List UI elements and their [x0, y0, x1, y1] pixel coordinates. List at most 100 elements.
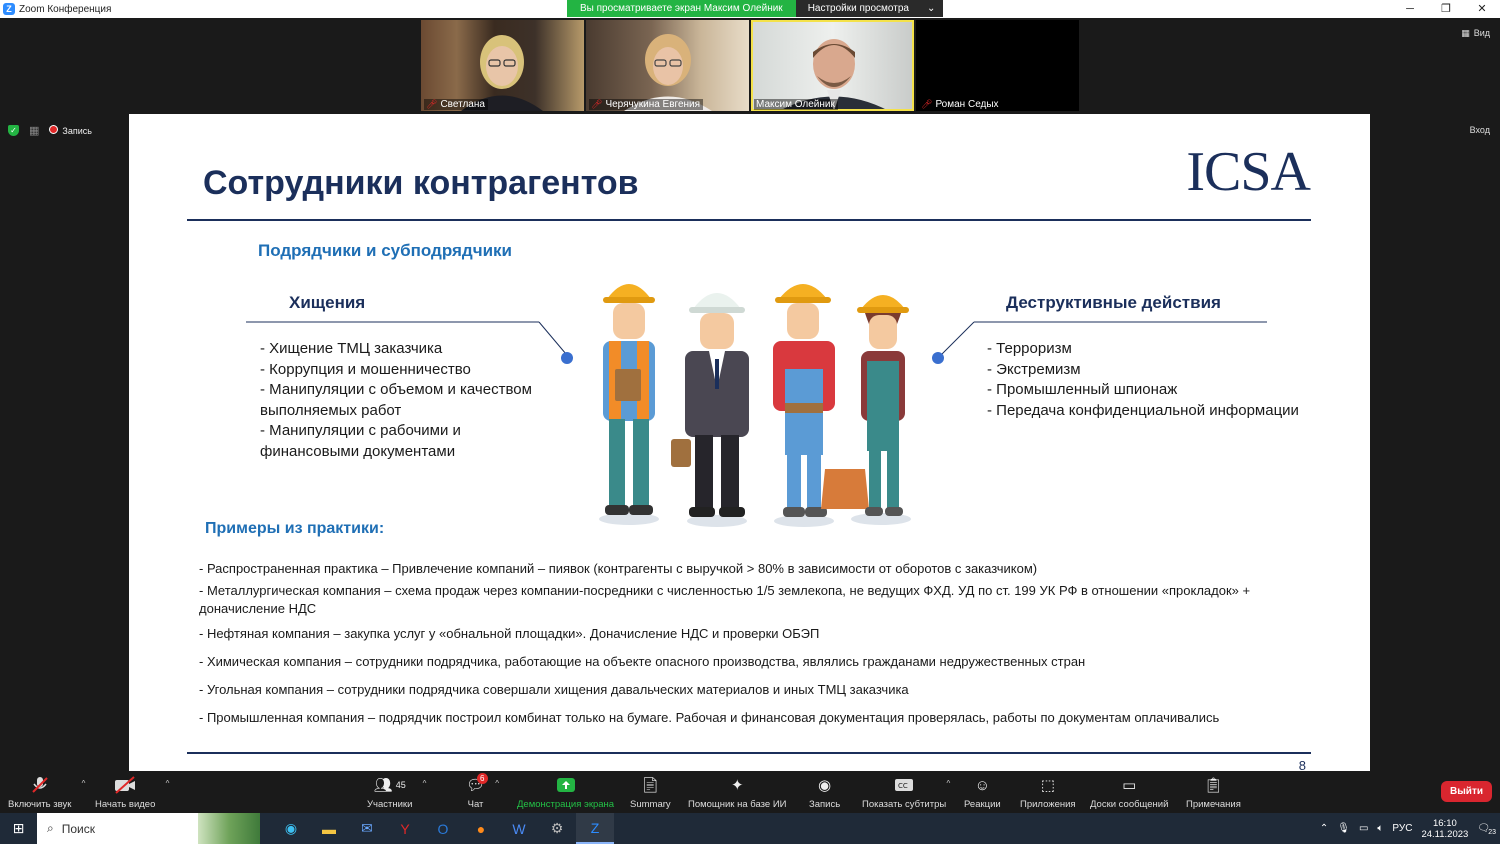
participant-name: 🎤︎ Черячукина Евгения: [589, 99, 704, 110]
participant-video: [461, 35, 543, 111]
participants-icon: 👥︎: [373, 777, 393, 794]
chevron-up-icon[interactable]: ^: [495, 779, 499, 788]
cc-icon: CC: [894, 775, 914, 795]
summary-button[interactable]: 📄︎ Summary: [630, 775, 671, 810]
summary-icon: 📄︎: [640, 777, 660, 794]
meeting-toolbar: Включить звук ^ Начать видео ^ 👥︎ 45 Учас…: [0, 771, 1500, 813]
captions-button[interactable]: CC Показать субтитры ^: [862, 775, 950, 810]
view-options-label: Настройки просмотра: [807, 3, 909, 14]
window-title: Zoom Конференция: [19, 3, 112, 15]
search-highlight-image: [198, 813, 260, 844]
chevron-up-icon[interactable]: ⌃: [1320, 823, 1328, 834]
volume-icon[interactable]: 🔈︎: [1377, 823, 1383, 834]
leave-button[interactable]: Выйти: [1441, 781, 1492, 802]
record-icon: ◉: [818, 777, 832, 794]
mic-muted-icon: 🎤︎: [426, 99, 438, 109]
edge-icon[interactable]: ◉: [272, 813, 310, 844]
system-tray: ⌃ 🎙︎ ▭ 🔈︎ РУС 16:10 24.11.2023 🗨︎ 23: [1320, 813, 1500, 844]
enter-button[interactable]: Вход: [1470, 125, 1490, 135]
list-item: - Коррупция и мошенничество: [260, 360, 471, 378]
language-indicator[interactable]: РУС: [1392, 823, 1412, 834]
notes-icon: 📋︎: [1203, 777, 1223, 794]
list-item: - Манипуляции с рабочими и: [260, 422, 461, 439]
grid-icon: ▦: [1461, 28, 1470, 38]
reactions-button[interactable]: ☺ Реакции: [964, 775, 1001, 811]
meeting-info-icon[interactable]: ▦: [29, 124, 39, 137]
example-item: - Промышленная компания – подрядчик пост…: [199, 710, 1220, 725]
close-button[interactable]: ✕: [1464, 0, 1500, 18]
example-item: - Нефтяная компания – закупка услуг у «о…: [199, 626, 820, 641]
sparkle-icon: ✦: [730, 777, 744, 794]
ai-companion-button[interactable]: ✦ Помощник на базе ИИ: [688, 775, 787, 810]
record-button[interactable]: ◉ Запись: [809, 775, 840, 810]
windows-start-icon[interactable]: ⊞: [0, 813, 37, 844]
apps-button[interactable]: ⬚ Приложения: [1020, 775, 1076, 810]
file-explorer-icon[interactable]: ▬: [310, 813, 348, 844]
participant-tile-active-speaker[interactable]: Максим Олейник: [751, 20, 914, 111]
unmute-button[interactable]: Включить звук ^: [8, 775, 85, 810]
firefox-icon[interactable]: ●: [462, 813, 500, 844]
chevron-up-icon[interactable]: ^: [82, 779, 86, 788]
list-item: выполняемых работ: [260, 401, 402, 419]
notes-button[interactable]: 📋︎ Примечания: [1186, 775, 1241, 810]
example-item: - Металлургическая компания – схема прод…: [199, 583, 1251, 616]
chat-button[interactable]: 💬︎ 6 Чат ^: [466, 773, 499, 810]
share-banner: Вы просматриваете экран Максим Олейник Н…: [567, 0, 944, 17]
examples-heading: Примеры из практики:: [205, 520, 385, 537]
yandex-browser-icon[interactable]: Y: [386, 813, 424, 844]
list-item: - Терроризм: [987, 340, 1072, 357]
whiteboards-button[interactable]: ▭ Доски сообщений: [1090, 775, 1168, 810]
word-icon[interactable]: W: [500, 813, 538, 844]
share-screen-icon: [556, 775, 576, 795]
outlook-icon[interactable]: O: [424, 813, 462, 844]
whiteboard-icon: ▭: [1122, 777, 1137, 794]
taskbar-clock[interactable]: 16:10 24.11.2023: [1421, 818, 1468, 840]
taskbar-apps: ◉ ▬ ✉ Y O ● W ⚙ Z: [272, 813, 614, 844]
notifications-icon[interactable]: 🗨︎ 23: [1477, 823, 1496, 836]
left-column-list: - Хищение ТМЦ заказчика - Коррупция и мо…: [260, 339, 532, 462]
chevron-up-icon[interactable]: ^: [946, 779, 950, 788]
chevron-up-icon[interactable]: ^: [423, 779, 427, 788]
network-icon[interactable]: ▭: [1359, 823, 1368, 834]
start-video-button[interactable]: Начать видео ^: [95, 775, 169, 810]
workers-illustration: [599, 284, 911, 527]
windows-taskbar: ⊞ ⌕ Поиск ◉ ▬ ✉ Y O ● W ⚙ Z ⌃ 🎙︎ ▭ 🔈︎ РУ…: [0, 813, 1500, 844]
smiley-icon: ☺: [974, 776, 991, 794]
mic-muted-icon: 🎤︎: [591, 99, 603, 109]
participants-button[interactable]: 👥︎ 45 Участники ^: [367, 775, 426, 810]
mail-icon[interactable]: ✉: [348, 813, 386, 844]
participant-video: [779, 39, 889, 111]
search-placeholder: Поиск: [61, 821, 95, 836]
participant-name: 🎤︎ Светлана: [424, 99, 488, 110]
video-gallery: 🎤︎ Светлана 🎤︎ Черячукина Евгения Максим О…: [421, 20, 1079, 111]
left-column-heading: Хищения: [289, 293, 366, 312]
shield-icon[interactable]: ✓: [8, 125, 19, 136]
chevron-down-icon: ⌄: [926, 3, 936, 14]
example-item: - Угольная компания – сотрудники подрядч…: [199, 682, 909, 697]
list-item: - Хищение ТМЦ заказчика: [260, 340, 443, 357]
participant-tile[interactable]: 🎤︎ Светлана: [421, 20, 584, 111]
shared-screen-slide: Сотрудники контрагентов ICSA Подрядчики …: [129, 114, 1370, 771]
list-item: - Передача конфиденциальной информации: [987, 401, 1299, 419]
mic-muted-icon: 🎤︎: [921, 99, 933, 109]
view-options-button[interactable]: Настройки просмотра ⌄: [795, 0, 944, 17]
list-item: финансовыми документами: [260, 442, 456, 460]
video-off-icon: [114, 775, 136, 795]
chevron-up-icon[interactable]: ^: [166, 779, 170, 788]
participant-tile[interactable]: 🎤︎ Черячукина Евгения: [586, 20, 749, 111]
view-button[interactable]: ▦ Вид: [1461, 28, 1490, 39]
zoom-logo-icon: Z: [3, 3, 15, 15]
list-item: - Промышленный шпионаж: [987, 381, 1178, 398]
microphone-icon[interactable]: 🎙︎: [1337, 823, 1350, 834]
chat-unread-badge: 6: [477, 773, 488, 784]
mic-muted-icon: [31, 775, 49, 795]
minimize-button[interactable]: ─: [1392, 0, 1428, 18]
maximize-button[interactable]: ❐: [1428, 0, 1464, 18]
recording-indicator[interactable]: Запись: [49, 125, 92, 136]
zoom-taskbar-icon[interactable]: Z: [576, 813, 614, 844]
taskbar-search[interactable]: ⌕ Поиск: [37, 813, 260, 844]
share-screen-button[interactable]: Демонстрация экрана: [517, 775, 614, 810]
participant-tile[interactable]: 🎤︎ Роман Седых: [916, 20, 1079, 111]
right-column-heading: Деструктивные действия: [1006, 293, 1221, 312]
settings-icon[interactable]: ⚙: [538, 813, 576, 844]
